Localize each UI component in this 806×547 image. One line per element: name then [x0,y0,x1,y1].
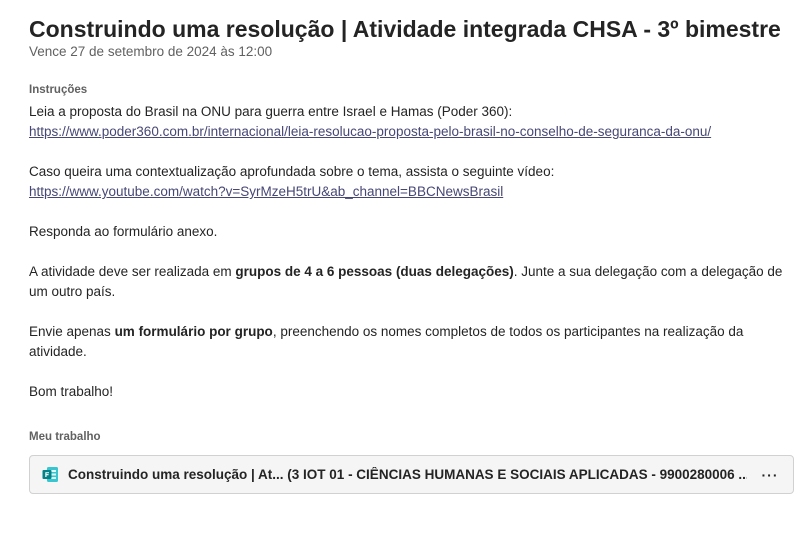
instructions-body: Leia a proposta do Brasil na ONU para gu… [29,102,799,402]
group-size-text-before: A atividade deve ser realizada em [29,264,236,279]
group-size-bold: grupos de 4 a 6 pessoas (duas delegações… [235,264,514,279]
instructions-paragraph: Envie apenas um formulário por grupo, pr… [29,322,799,362]
more-options-button[interactable]: ··· [757,467,783,483]
form-instruction-text: Responda ao formulário anexo. [29,224,218,239]
assignment-page: Construindo uma resolução | Atividade in… [0,0,806,547]
attachment-name: Construindo uma resolução | At... (3 IOT… [68,467,747,482]
my-work-label: Meu trabalho [29,431,101,443]
video-intro-text: Caso queira uma contextualização aprofun… [29,164,555,179]
microsoft-forms-icon [42,467,58,482]
instructions-paragraph: A atividade deve ser realizada em grupos… [29,262,799,302]
poder360-link[interactable]: https://www.poder360.com.br/internaciona… [29,124,711,139]
instructions-paragraph: Responda ao formulário anexo. [29,222,799,242]
poder360-intro-text: Leia a proposta do Brasil na ONU para gu… [29,104,513,119]
submit-text-before: Envie apenas [29,324,115,339]
instructions-paragraph: Leia a proposta do Brasil na ONU para gu… [29,102,799,142]
form-attachment[interactable]: Construindo uma resolução | At... (3 IOT… [29,455,794,494]
instructions-paragraph: Bom trabalho! [29,382,799,402]
due-date: Vence 27 de setembro de 2024 às 12:00 [29,44,273,59]
submit-bold: um formulário por grupo [114,324,273,339]
youtube-link[interactable]: https://www.youtube.com/watch?v=SyrMzeH5… [29,184,503,199]
assignment-title: Construindo uma resolução | Atividade in… [29,16,781,42]
instructions-label: Instruções [29,84,88,96]
instructions-paragraph: Caso queira uma contextualização aprofun… [29,162,799,202]
closing-text: Bom trabalho! [29,384,114,399]
